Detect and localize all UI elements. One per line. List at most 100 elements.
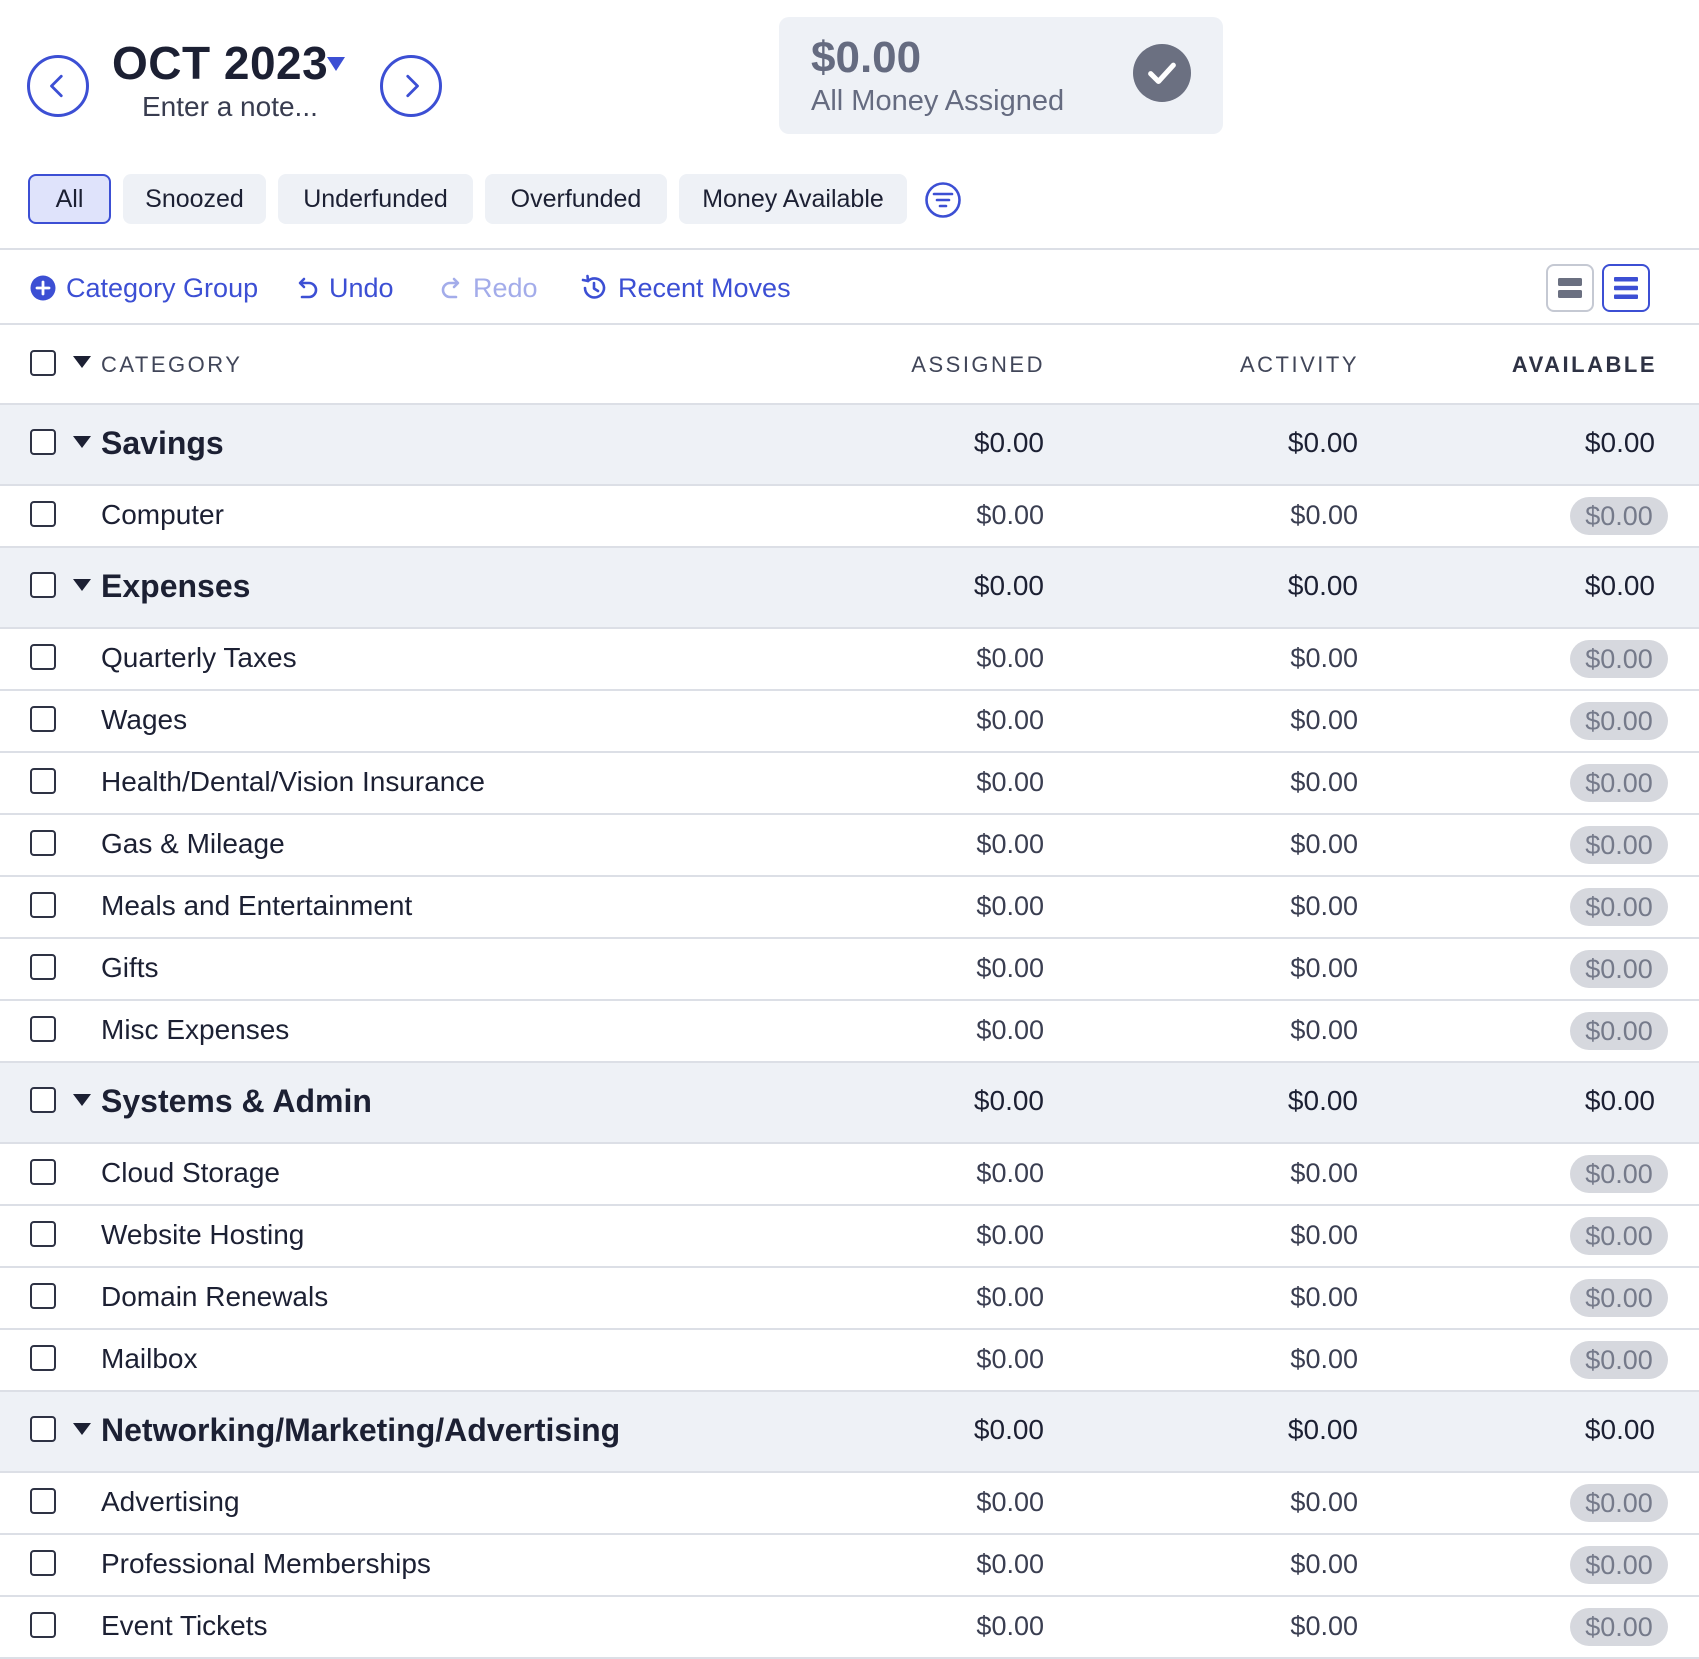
category-checkbox[interactable]	[30, 768, 56, 794]
category-available-pill[interactable]: $0.00	[1570, 888, 1668, 926]
filter-underfunded[interactable]: Underfunded	[278, 174, 473, 224]
category-group-row[interactable]: Savings $0.00 $0.00 $0.00	[0, 405, 1699, 486]
category-row[interactable]: Website Hosting $0.00 $0.00 $0.00	[0, 1206, 1699, 1268]
category-row[interactable]: Misc Expenses $0.00 $0.00 $0.00	[0, 1001, 1699, 1063]
group-checkbox[interactable]	[30, 429, 56, 455]
view-expanded-button[interactable]	[1602, 264, 1650, 312]
group-checkbox[interactable]	[30, 1087, 56, 1113]
category-activity[interactable]: $0.00	[1290, 1549, 1358, 1580]
category-checkbox[interactable]	[30, 706, 56, 732]
category-checkbox[interactable]	[30, 1550, 56, 1576]
filter-money-available[interactable]: Money Available	[679, 174, 907, 224]
category-row[interactable]: Domain Renewals $0.00 $0.00 $0.00	[0, 1268, 1699, 1330]
category-name[interactable]: Wages	[101, 704, 187, 736]
category-checkbox[interactable]	[30, 1283, 56, 1309]
category-name[interactable]: Website Hosting	[101, 1219, 304, 1251]
category-available-pill[interactable]: $0.00	[1570, 826, 1668, 864]
category-available-pill[interactable]: $0.00	[1570, 640, 1668, 678]
category-checkbox[interactable]	[30, 1221, 56, 1247]
category-row[interactable]: Cloud Storage $0.00 $0.00 $0.00	[0, 1144, 1699, 1206]
caret-down-icon[interactable]	[326, 56, 346, 72]
category-activity[interactable]: $0.00	[1290, 829, 1358, 860]
category-assigned[interactable]: $0.00	[976, 643, 1044, 674]
category-checkbox[interactable]	[30, 954, 56, 980]
category-name[interactable]: Misc Expenses	[101, 1014, 289, 1046]
select-all-checkbox[interactable]	[30, 350, 56, 376]
category-activity[interactable]: $0.00	[1290, 643, 1358, 674]
category-name[interactable]: Professional Memberships	[101, 1548, 431, 1580]
category-checkbox[interactable]	[30, 1612, 56, 1638]
category-name[interactable]: Mailbox	[101, 1343, 197, 1375]
ready-to-assign-card[interactable]: $0.00 All Money Assigned	[779, 17, 1223, 134]
month-title[interactable]: OCT 2023	[112, 36, 328, 90]
category-available-pill[interactable]: $0.00	[1570, 764, 1668, 802]
category-available-pill[interactable]: $0.00	[1570, 1012, 1668, 1050]
category-activity[interactable]: $0.00	[1290, 1282, 1358, 1313]
category-assigned[interactable]: $0.00	[976, 953, 1044, 984]
collapse-group-icon[interactable]	[72, 1093, 92, 1107]
category-checkbox[interactable]	[30, 1016, 56, 1042]
filter-snoozed[interactable]: Snoozed	[123, 174, 266, 224]
category-name[interactable]: Advertising	[101, 1486, 240, 1518]
category-name[interactable]: Gas & Mileage	[101, 828, 285, 860]
category-activity[interactable]: $0.00	[1290, 1344, 1358, 1375]
category-name[interactable]: Computer	[101, 499, 224, 531]
view-compact-button[interactable]	[1546, 264, 1594, 312]
category-available-pill[interactable]: $0.00	[1570, 702, 1668, 740]
category-available-pill[interactable]: $0.00	[1570, 1546, 1668, 1584]
category-assigned[interactable]: $0.00	[976, 829, 1044, 860]
category-row[interactable]: Mailbox $0.00 $0.00 $0.00	[0, 1330, 1699, 1392]
category-assigned[interactable]: $0.00	[976, 1549, 1044, 1580]
group-checkbox[interactable]	[30, 572, 56, 598]
category-assigned[interactable]: $0.00	[976, 767, 1044, 798]
category-activity[interactable]: $0.00	[1290, 953, 1358, 984]
category-row[interactable]: Gas & Mileage $0.00 $0.00 $0.00	[0, 815, 1699, 877]
recent-moves-button[interactable]: Recent Moves	[580, 270, 791, 306]
category-activity[interactable]: $0.00	[1290, 1611, 1358, 1642]
category-group-row[interactable]: Expenses $0.00 $0.00 $0.00	[0, 548, 1699, 629]
category-name[interactable]: Meals and Entertainment	[101, 890, 412, 922]
category-row[interactable]: Health/Dental/Vision Insurance $0.00 $0.00…	[0, 753, 1699, 815]
category-activity[interactable]: $0.00	[1290, 1487, 1358, 1518]
category-available-pill[interactable]: $0.00	[1570, 1217, 1668, 1255]
filter-overfunded[interactable]: Overfunded	[485, 174, 667, 224]
category-available-pill[interactable]: $0.00	[1570, 1484, 1668, 1522]
category-activity[interactable]: $0.00	[1290, 891, 1358, 922]
category-activity[interactable]: $0.00	[1290, 767, 1358, 798]
category-available-pill[interactable]: $0.00	[1570, 950, 1668, 988]
category-assigned[interactable]: $0.00	[976, 1282, 1044, 1313]
category-assigned[interactable]: $0.00	[976, 705, 1044, 736]
category-available-pill[interactable]: $0.00	[1570, 1279, 1668, 1317]
category-activity[interactable]: $0.00	[1290, 1015, 1358, 1046]
add-category-group-button[interactable]: Category Group	[30, 270, 258, 306]
collapse-group-icon[interactable]	[72, 1422, 92, 1436]
category-assigned[interactable]: $0.00	[976, 1487, 1044, 1518]
category-name[interactable]: Gifts	[101, 952, 159, 984]
undo-button[interactable]: Undo	[295, 270, 394, 306]
group-name[interactable]: Networking/Marketing/Advertising	[101, 1412, 620, 1449]
filter-all[interactable]: All	[28, 174, 111, 224]
category-available-pill[interactable]: $0.00	[1570, 1608, 1668, 1646]
group-name[interactable]: Savings	[101, 425, 224, 462]
collapse-group-icon[interactable]	[72, 578, 92, 592]
category-assigned[interactable]: $0.00	[976, 891, 1044, 922]
category-assigned[interactable]: $0.00	[976, 1158, 1044, 1189]
category-name[interactable]: Event Tickets	[101, 1610, 268, 1642]
category-assigned[interactable]: $0.00	[976, 500, 1044, 531]
category-checkbox[interactable]	[30, 644, 56, 670]
category-row[interactable]: Professional Memberships $0.00 $0.00 $0.00	[0, 1535, 1699, 1597]
category-row[interactable]: Computer $0.00 $0.00 $0.00	[0, 486, 1699, 548]
collapse-group-icon[interactable]	[72, 435, 92, 449]
category-assigned[interactable]: $0.00	[976, 1344, 1044, 1375]
category-checkbox[interactable]	[30, 1345, 56, 1371]
category-name[interactable]: Health/Dental/Vision Insurance	[101, 766, 485, 798]
next-month-button[interactable]	[380, 55, 442, 117]
collapse-all-icon[interactable]	[72, 355, 92, 369]
category-row[interactable]: Wages $0.00 $0.00 $0.00	[0, 691, 1699, 753]
category-activity[interactable]: $0.00	[1290, 1220, 1358, 1251]
category-available-pill[interactable]: $0.00	[1570, 1155, 1668, 1193]
category-activity[interactable]: $0.00	[1290, 1158, 1358, 1189]
category-assigned[interactable]: $0.00	[976, 1015, 1044, 1046]
group-checkbox[interactable]	[30, 1416, 56, 1442]
category-assigned[interactable]: $0.00	[976, 1220, 1044, 1251]
